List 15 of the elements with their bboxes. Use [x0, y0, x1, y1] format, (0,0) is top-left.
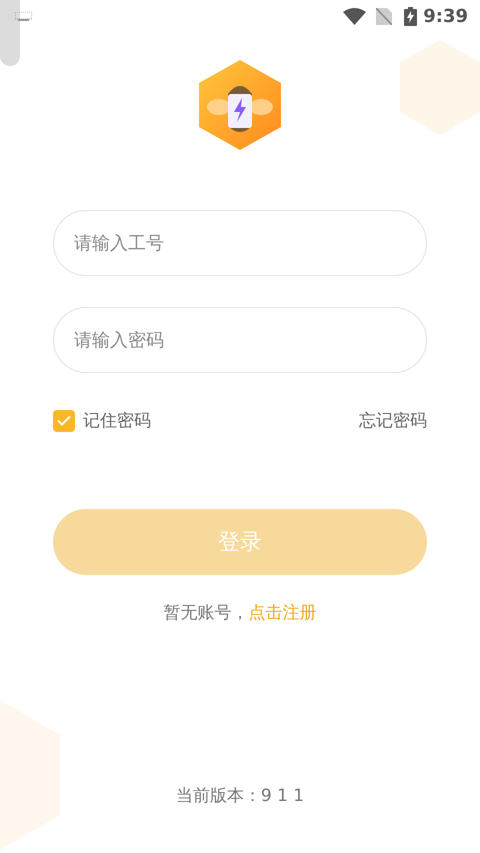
keyboard-icon	[15, 12, 32, 20]
register-prompt: 暂无账号，点击注册	[164, 602, 316, 624]
edge-handle[interactable]	[0, 0, 20, 66]
battery-icon	[404, 6, 418, 26]
employee-id-field[interactable]: 请输入工号	[53, 210, 427, 276]
password-field[interactable]: 请输入密码	[53, 307, 427, 373]
version-text: 当前版本：9 1 1	[176, 785, 304, 807]
no-sim-icon	[376, 8, 392, 24]
remember-checkbox[interactable]	[53, 410, 75, 432]
register-link[interactable]: 点击注册	[248, 603, 316, 623]
remember-label: 记住密码	[83, 410, 151, 432]
wifi-icon	[343, 8, 366, 24]
forgot-password-link[interactable]: 忘记密码	[359, 409, 427, 432]
check-icon	[57, 415, 71, 426]
status-time: 9:39	[423, 6, 468, 26]
